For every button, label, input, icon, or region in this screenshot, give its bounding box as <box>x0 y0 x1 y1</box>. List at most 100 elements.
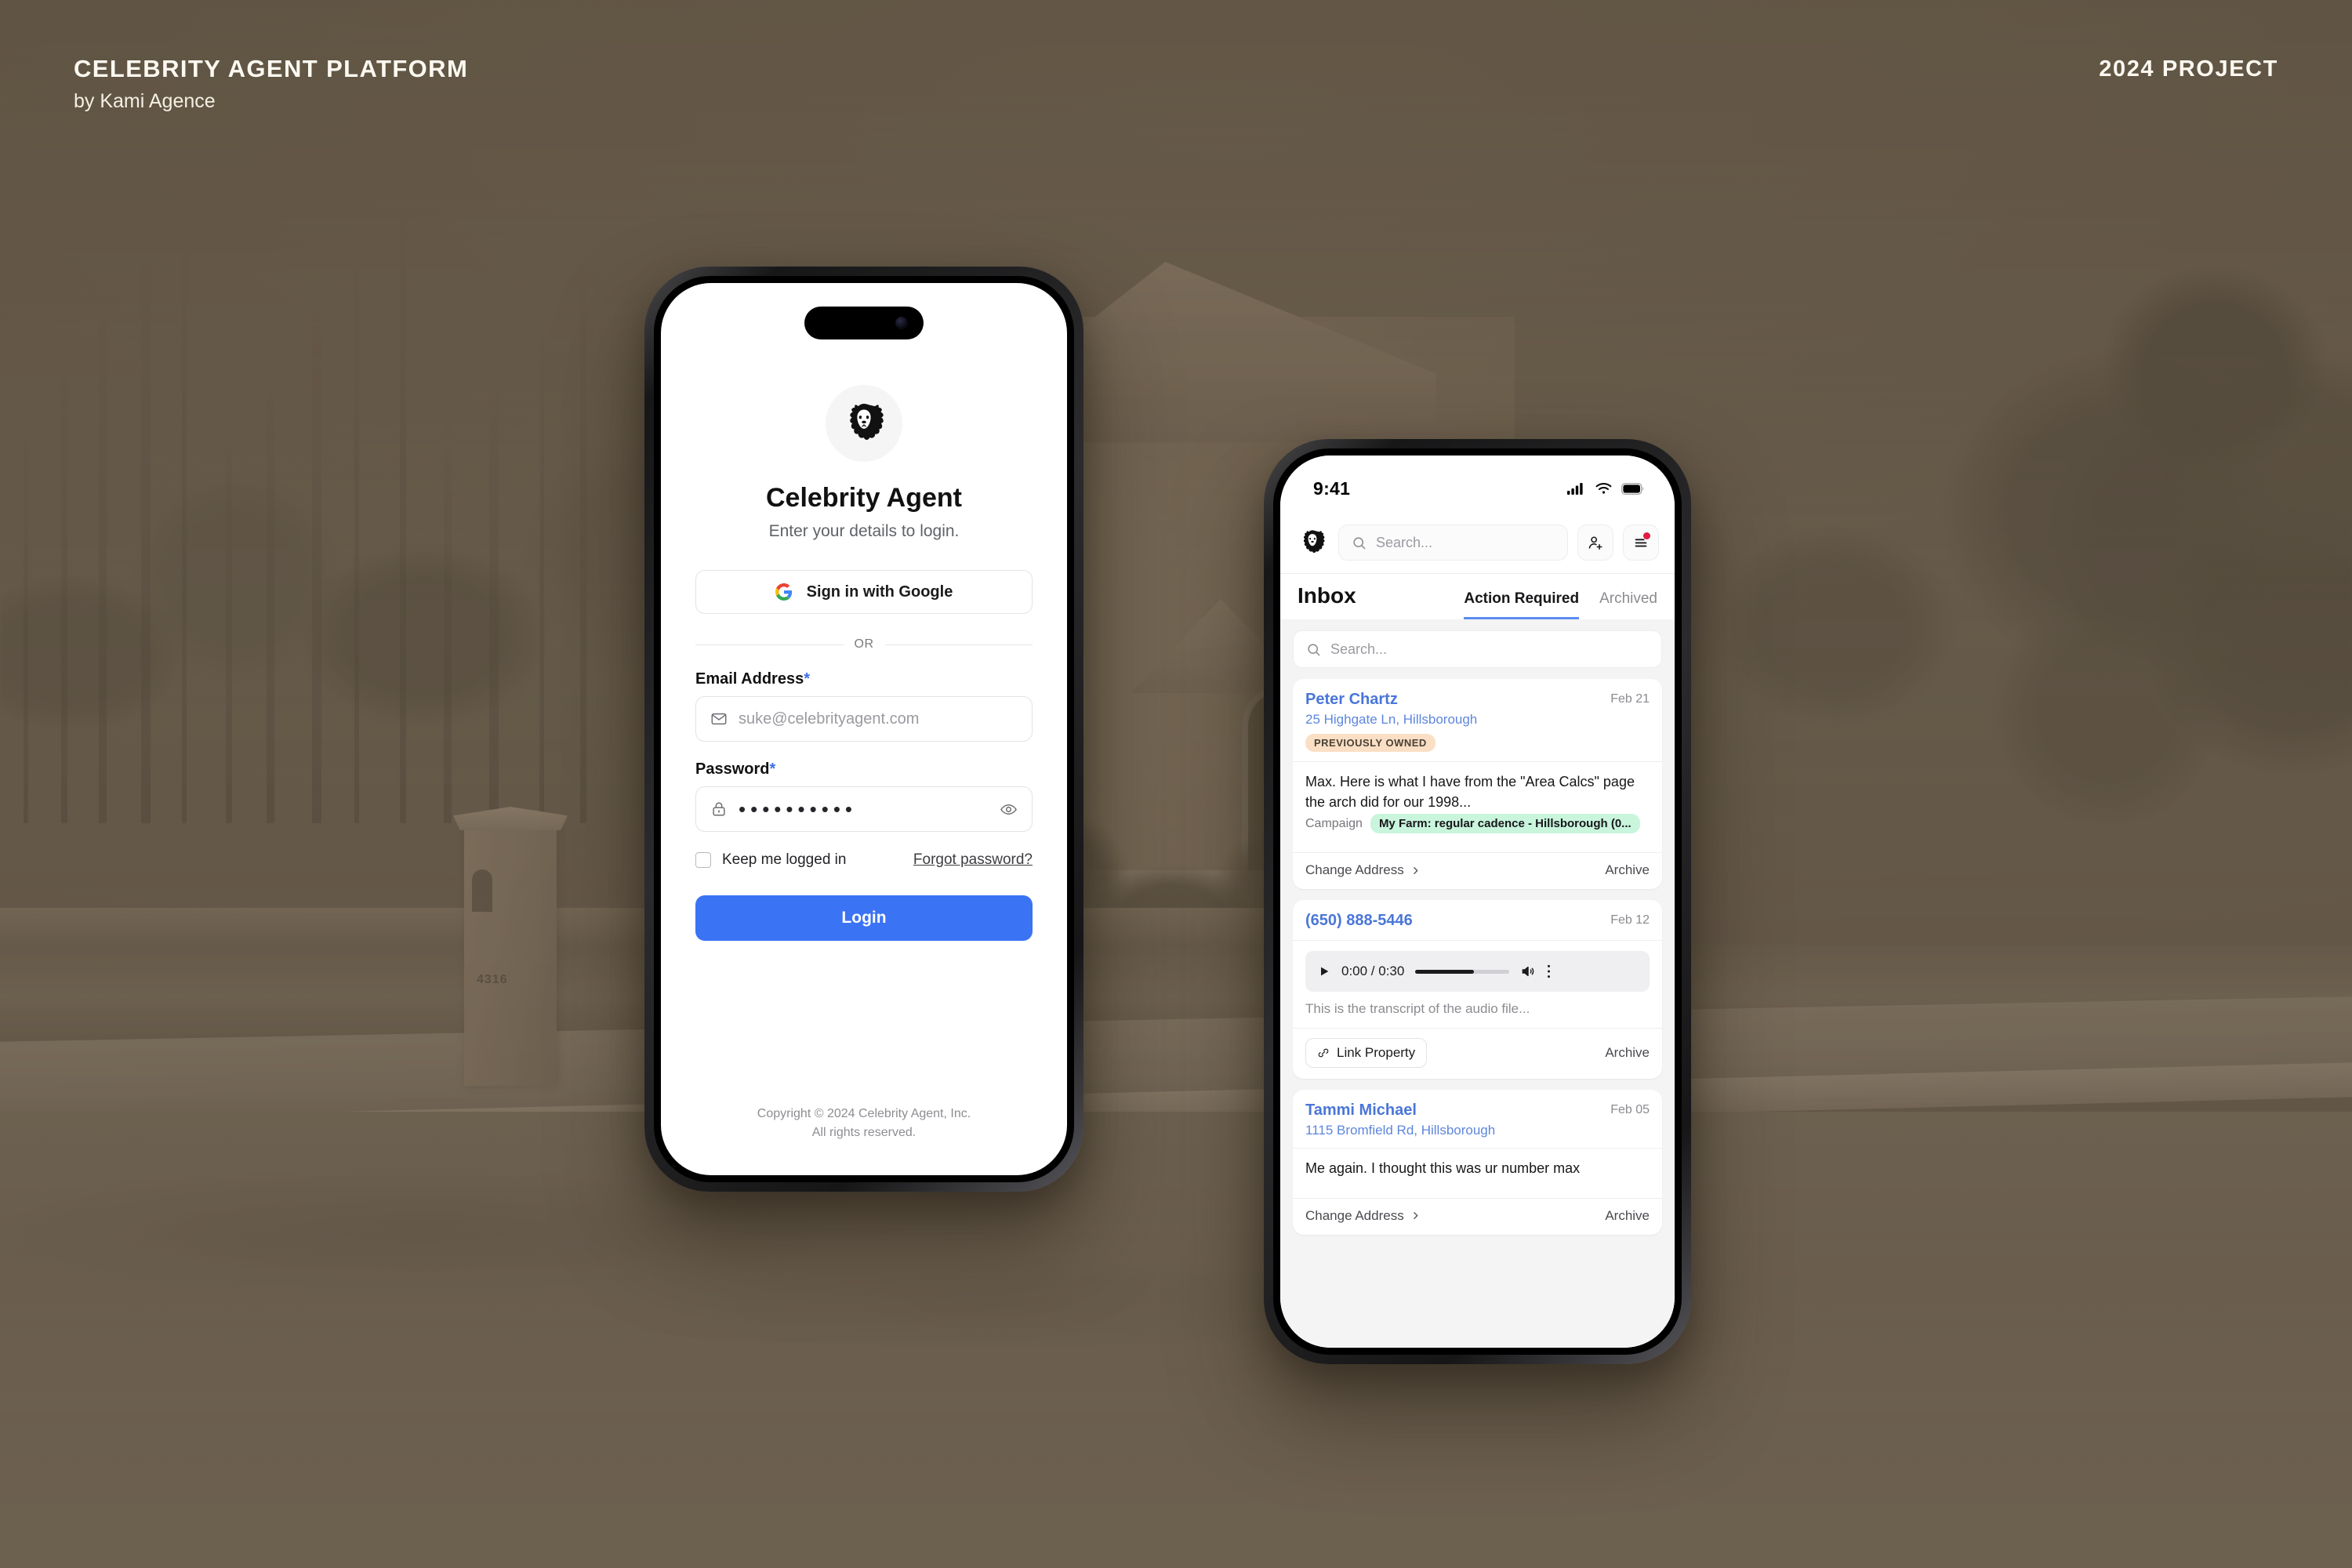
app-logo <box>826 385 902 462</box>
login-button[interactable]: Login <box>695 895 1033 941</box>
search-icon <box>1306 642 1321 657</box>
page-header: CELEBRITY AGENT PLATFORM by Kami Agence <box>74 55 468 113</box>
inbox-tabs: Action Required Archived <box>1464 590 1657 619</box>
inbox-screen: 9:41 Search... Inbox Action Required Arc… <box>1280 456 1675 1348</box>
card-actions: Change Address Archive <box>1305 1199 1650 1235</box>
status-bar-time: 9:41 <box>1313 477 1351 499</box>
required-marker: * <box>769 760 776 778</box>
notification-dot <box>1643 532 1650 539</box>
copyright-line-2: All rights reserved. <box>811 1126 916 1139</box>
volume-icon[interactable] <box>1520 964 1536 979</box>
contact-name[interactable]: Peter Chartz <box>1305 690 1477 710</box>
audio-transcript: This is the transcript of the audio file… <box>1305 1001 1530 1017</box>
message-date: Feb 05 <box>1610 1103 1650 1117</box>
login-app-title: Celebrity Agent <box>765 483 962 513</box>
page-subtitle: by Kami Agence <box>74 90 216 112</box>
forgot-password-link[interactable]: Forgot password? <box>913 851 1033 869</box>
property-address[interactable]: 25 Highgate Ln, Hillsborough <box>1305 712 1477 728</box>
contact-name[interactable]: Tammi Michael <box>1305 1101 1495 1120</box>
status-bar-icons <box>1567 482 1645 495</box>
link-property-button[interactable]: Link Property <box>1305 1038 1428 1069</box>
phone-mockup-login: Celebrity Agent Enter your details to lo… <box>644 267 1083 1192</box>
background-photo: 4316 <box>0 0 2352 1568</box>
list-item[interactable]: Tammi Michael 1115 Bromfield Rd, Hillsbo… <box>1293 1090 1662 1235</box>
keep-logged-in-label: Keep me logged in <box>722 851 847 868</box>
login-app-subtitle: Enter your details to login. <box>768 522 960 540</box>
envelope-icon <box>710 710 728 728</box>
phone-bezel: 9:41 Search... Inbox Action Required Arc… <box>1273 448 1682 1355</box>
phone-mockup-inbox: 9:41 Search... Inbox Action Required Arc… <box>1264 439 1691 1364</box>
phone-bezel: Celebrity Agent Enter your details to lo… <box>654 276 1074 1182</box>
inbox-search-placeholder: Search... <box>1330 641 1388 657</box>
tab-archived[interactable]: Archived <box>1599 590 1657 619</box>
card-header: Tammi Michael 1115 Bromfield Rd, Hillsbo… <box>1305 1101 1650 1138</box>
email-input-box[interactable] <box>695 696 1033 742</box>
checkbox-box[interactable] <box>695 852 711 868</box>
add-person-icon <box>1587 534 1604 551</box>
keep-logged-in-checkbox[interactable]: Keep me logged in <box>695 851 846 869</box>
chevron-right-icon <box>1410 866 1421 876</box>
archive-button[interactable]: Archive <box>1605 1208 1650 1224</box>
change-address-label: Change Address <box>1305 862 1404 878</box>
audio-player[interactable]: 0:00 / 0:30 <box>1305 951 1650 993</box>
message-date: Feb 12 <box>1610 913 1650 927</box>
play-icon[interactable] <box>1318 965 1330 978</box>
card-header: (650) 888-5446 Feb 12 <box>1305 911 1650 931</box>
copyright-line-1: Copyright © 2024 Celebrity Agent, Inc. <box>757 1107 971 1120</box>
audio-time: 0:00 / 0:30 <box>1341 964 1405 979</box>
global-search-input[interactable]: Search... <box>1338 524 1568 561</box>
or-divider: OR <box>695 637 1033 652</box>
page-title: CELEBRITY AGENT PLATFORM <box>74 55 469 82</box>
inbox-heading: Inbox <box>1298 583 1356 608</box>
change-address-label: Change Address <box>1305 1207 1404 1223</box>
message-date: Feb 21 <box>1610 692 1650 706</box>
lock-icon <box>710 800 728 818</box>
login-options-row: Keep me logged in Forgot password? <box>695 851 1033 869</box>
campaign-badge[interactable]: My Farm: regular cadence - Hillsborough … <box>1370 814 1640 834</box>
project-label: 2024 PROJECT <box>2099 56 2278 82</box>
change-address-button[interactable]: Change Address <box>1305 1208 1421 1224</box>
list-item[interactable]: (650) 888-5446 Feb 12 0:00 / 0:30 This i… <box>1293 900 1662 1080</box>
app-top-bar: Search... <box>1280 521 1675 574</box>
card-header: Peter Chartz 25 Highgate Ln, Hillsboroug… <box>1305 690 1650 752</box>
email-input[interactable] <box>739 710 1018 728</box>
campaign-label: Campaign <box>1305 816 1363 830</box>
link-icon <box>1317 1047 1330 1059</box>
list-item[interactable]: Peter Chartz 25 Highgate Ln, Hillsboroug… <box>1293 679 1662 890</box>
divider-line-left <box>695 644 844 645</box>
filter-menu-button[interactable] <box>1623 524 1659 561</box>
archive-button[interactable]: Archive <box>1605 862 1650 878</box>
google-button-label: Sign in with Google <box>806 583 953 601</box>
message-body: Me again. I thought this was ur number m… <box>1305 1160 1581 1177</box>
change-address-button[interactable]: Change Address <box>1305 862 1421 878</box>
message-body: Max. Here is what I have from the "Area … <box>1305 774 1635 810</box>
archive-button[interactable]: Archive <box>1605 1045 1650 1061</box>
sign-in-with-google-button[interactable]: Sign in with Google <box>695 570 1033 614</box>
google-g-icon <box>775 583 793 601</box>
global-search-placeholder: Search... <box>1376 534 1433 550</box>
property-address[interactable]: 1115 Bromfield Rd, Hillsborough <box>1305 1123 1495 1138</box>
lion-head-avatar[interactable] <box>1296 526 1329 559</box>
login-screen: Celebrity Agent Enter your details to lo… <box>661 283 1067 1175</box>
inbox-search-input[interactable]: Search... <box>1293 630 1662 668</box>
audio-progress-slider[interactable] <box>1415 969 1510 974</box>
tab-action-required[interactable]: Action Required <box>1464 590 1580 619</box>
chevron-right-icon <box>1410 1210 1421 1221</box>
wifi-icon <box>1595 482 1612 495</box>
password-label: Password* <box>695 760 776 778</box>
contact-phone-number[interactable]: (650) 888-5446 <box>1305 911 1413 931</box>
more-vertical-icon[interactable] <box>1547 964 1551 979</box>
email-field-group: Email Address* <box>695 670 1033 742</box>
inbox-list: Search... Peter Chartz 25 Highgate Ln, H… <box>1280 619 1675 1348</box>
link-property-label: Link Property <box>1337 1045 1416 1061</box>
add-person-button[interactable] <box>1577 524 1613 561</box>
copyright-text: Copyright © 2024 Celebrity Agent, Inc. A… <box>695 1105 1033 1142</box>
campaign-row: Campaign My Farm: regular cadence - Hill… <box>1305 814 1650 843</box>
front-camera-icon <box>895 317 909 329</box>
required-marker: * <box>804 670 810 688</box>
eye-icon[interactable] <box>1000 800 1018 818</box>
divider <box>1293 940 1662 942</box>
card-actions: Change Address Archive <box>1305 853 1650 889</box>
cellular-signal-icon <box>1567 482 1586 495</box>
password-input-box[interactable]: •••••••••• <box>695 786 1033 832</box>
